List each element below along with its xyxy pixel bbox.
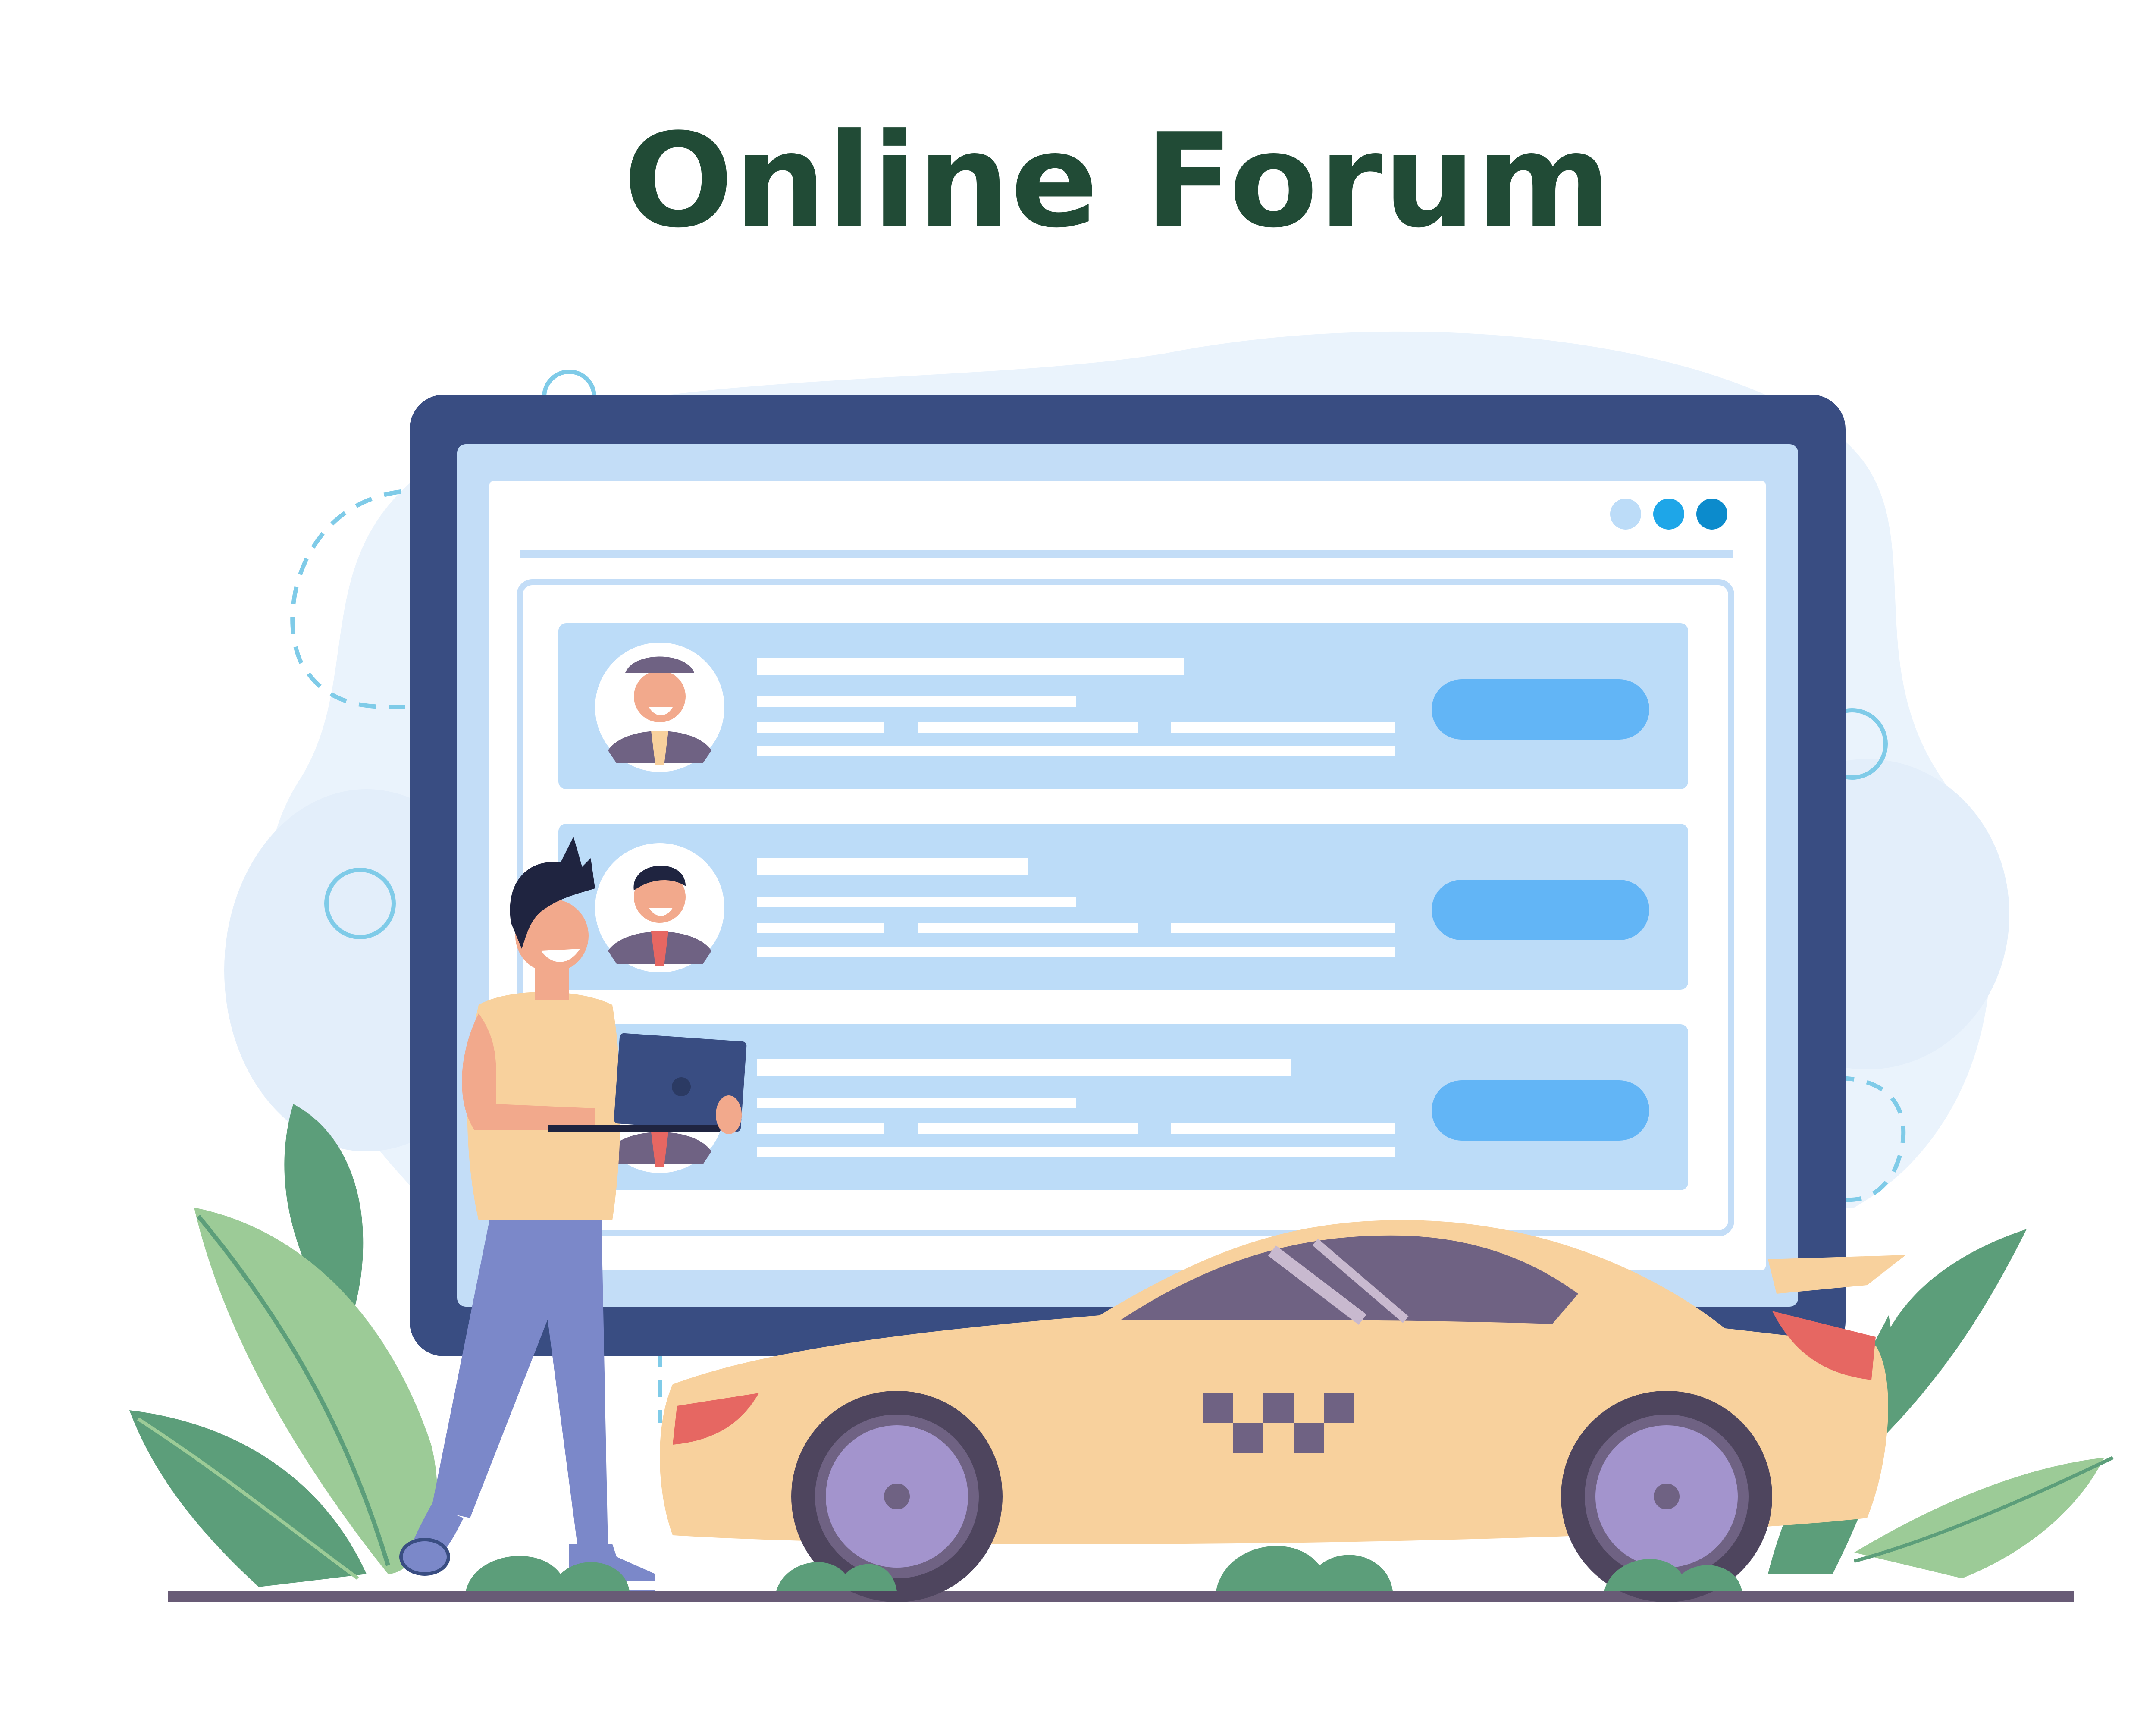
post-meta-line	[757, 1123, 884, 1134]
post-body-line	[757, 746, 1395, 756]
reply-button[interactable]	[1432, 880, 1649, 940]
reply-button[interactable]	[1432, 1080, 1649, 1141]
businessman-avatar	[595, 843, 724, 972]
ground-line	[168, 1591, 2074, 1602]
window-dot	[1610, 499, 1641, 530]
post-meta-line	[757, 897, 1076, 907]
forum-row[interactable]	[558, 623, 1688, 789]
post-title-line	[757, 658, 1184, 675]
post-title-line	[757, 858, 1028, 875]
post-meta-line	[918, 923, 1138, 933]
window-dot	[1653, 499, 1684, 530]
post-meta-line	[1171, 722, 1395, 733]
post-meta-line	[757, 696, 1076, 707]
window-dot	[1696, 499, 1727, 530]
reply-button[interactable]	[1432, 679, 1649, 740]
address-bar-line	[520, 550, 1733, 558]
post-meta-line	[757, 722, 884, 733]
post-meta-line	[1171, 1123, 1395, 1134]
post-meta-line	[757, 923, 884, 933]
post-meta-line	[918, 1123, 1138, 1134]
forum-row[interactable]	[558, 824, 1688, 990]
post-meta-line	[1171, 923, 1395, 933]
post-meta-line	[757, 1098, 1076, 1108]
post-title-line	[757, 1059, 1291, 1076]
post-body-line	[757, 1147, 1395, 1157]
bushes	[466, 1546, 1742, 1591]
plants-left	[129, 1104, 437, 1587]
chauffeur-avatar	[595, 643, 724, 772]
window-controls	[1610, 499, 1727, 530]
post-body-line	[757, 947, 1395, 957]
post-meta-line	[918, 722, 1138, 733]
illustration	[129, 331, 2114, 1602]
